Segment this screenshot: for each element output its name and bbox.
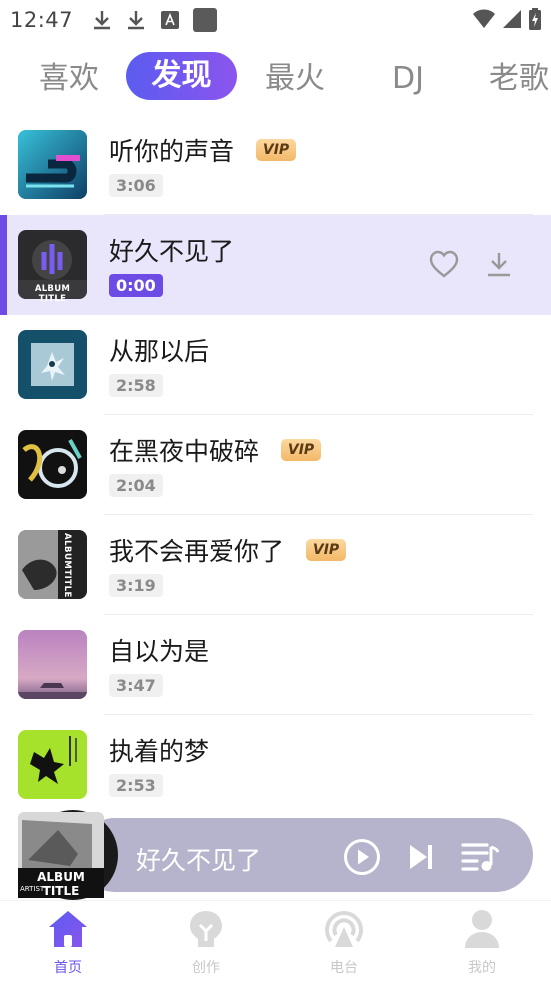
song-cover (18, 430, 87, 499)
nav-mine[interactable]: 我的 (442, 909, 522, 977)
playlist-icon[interactable] (461, 841, 501, 877)
song-title-wrap: 我不会再爱你了 VIP (109, 532, 347, 568)
song-row[interactable]: 从那以后 2:58 (0, 315, 551, 415)
song-duration: 3:06 (109, 174, 163, 197)
player-controls (343, 838, 501, 880)
player-cover-artist: ARTIST (20, 885, 45, 893)
heart-icon[interactable] (429, 250, 459, 282)
status-bar: 12:47 (0, 0, 551, 40)
nav-home[interactable]: 首页 (28, 909, 108, 977)
bottom-nav: 首页 创作 电台 我的 (0, 900, 551, 986)
nav-radio-label: 电台 (330, 960, 358, 976)
song-title-wrap: 自以为是 (109, 632, 209, 668)
song-row-playing[interactable]: ALBUM TITLE 好久不见了 0:00 (0, 215, 551, 315)
song-cover (18, 130, 87, 199)
radio-icon (325, 911, 363, 947)
nav-create-label: 创作 (192, 960, 220, 976)
cover-caption: ALBUM TITLE (34, 284, 71, 304)
song-cover (18, 730, 87, 799)
tab-discover[interactable]: 发现 (126, 52, 237, 100)
next-icon[interactable] (407, 843, 435, 875)
playing-indicator-bar (0, 215, 7, 315)
song-title: 自以为是 (109, 637, 210, 666)
song-title-wrap: 在黑夜中破碎 VIP (109, 432, 322, 468)
download-notification-icon (125, 9, 147, 31)
tab-like[interactable]: 喜欢 (36, 56, 102, 102)
signal-icon (503, 9, 521, 33)
song-duration: 2:04 (109, 474, 163, 497)
song-title-wrap: 执着的梦 (109, 732, 209, 768)
download-icon[interactable] (485, 250, 513, 282)
font-notification-icon (159, 9, 181, 31)
player-song-title: 好久不见了 (136, 846, 262, 875)
user-icon (465, 910, 499, 948)
song-duration: 0:00 (109, 274, 163, 297)
status-time: 12:47 (10, 8, 74, 32)
wifi-icon (473, 9, 495, 33)
vip-badge: VIP (256, 139, 297, 161)
song-title: 执着的梦 (109, 737, 210, 766)
nav-mine-label: 我的 (468, 960, 496, 976)
mini-player[interactable]: ALBUM TITLE ARTIST 好久不见了 (0, 808, 551, 900)
song-duration: 2:53 (109, 774, 163, 797)
song-title: 好久不见了 (109, 237, 235, 266)
download-notification-icon (91, 9, 113, 31)
vip-badge: VIP (306, 539, 347, 561)
song-cover (18, 630, 87, 699)
cover-caption: ALBUMTITLE (62, 533, 72, 598)
song-title: 我不会再爱你了 (109, 537, 285, 566)
song-title-wrap: 听你的声音 VIP (109, 132, 297, 168)
song-row[interactable]: 听你的声音 VIP 3:06 (0, 115, 551, 215)
category-tabs: 喜欢 发现 最火 DJ 老歌 (0, 48, 551, 104)
song-list: 听你的声音 VIP 3:06 ALBUM TITLE 好久不见了 0:00 从那… (0, 115, 551, 815)
nav-create[interactable]: 创作 (166, 909, 246, 977)
song-duration: 3:47 (109, 674, 163, 697)
tab-oldies[interactable]: 老歌 (486, 56, 551, 102)
play-icon[interactable] (343, 838, 381, 880)
battery-icon (529, 8, 541, 34)
song-row[interactable]: 执着的梦 2:53 (0, 715, 551, 815)
song-title-wrap: 好久不见了 (109, 232, 234, 268)
vip-badge: VIP (281, 439, 322, 461)
home-icon (49, 911, 87, 947)
song-duration: 3:19 (109, 574, 163, 597)
song-duration: 2:58 (109, 374, 163, 397)
song-row[interactable]: 在黑夜中破碎 VIP 2:04 (0, 415, 551, 515)
song-title: 从那以后 (109, 337, 210, 366)
app-notification-icon (193, 8, 218, 32)
song-cover (18, 330, 87, 399)
song-title: 在黑夜中破碎 (109, 437, 260, 466)
song-cover (18, 530, 87, 599)
player-cover-title: ALBUM TITLE (37, 870, 85, 898)
nav-radio[interactable]: 电台 (304, 909, 384, 977)
nav-home-label: 首页 (54, 960, 82, 976)
song-row[interactable]: ALBUMTITLE 我不会再爱你了 VIP 3:19 (0, 515, 551, 615)
bulb-icon (190, 911, 222, 947)
song-row[interactable]: 自以为是 3:47 (0, 615, 551, 715)
song-title-wrap: 从那以后 (109, 332, 209, 368)
tab-hot[interactable]: 最火 (262, 56, 328, 102)
status-system-icons (473, 8, 541, 34)
song-title: 听你的声音 (109, 137, 235, 166)
row-actions (429, 250, 513, 282)
tab-dj[interactable]: DJ (380, 56, 436, 102)
status-notifications (91, 8, 218, 32)
